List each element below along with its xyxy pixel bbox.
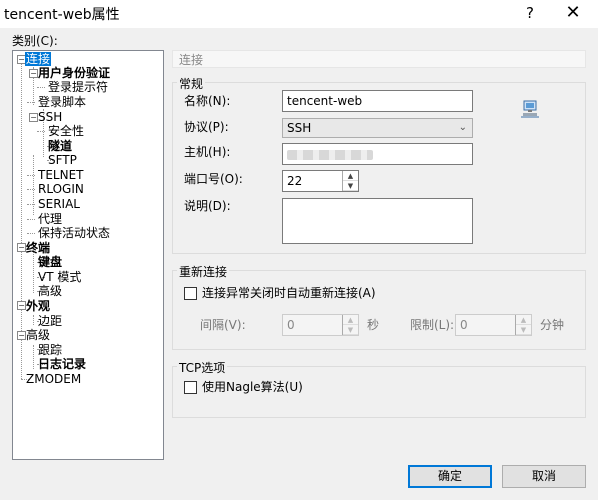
tree-item-zmodem[interactable]: ZMODEM [25, 372, 82, 386]
protocol-label: 协议(P): [184, 120, 229, 134]
spin-up-icon[interactable]: ▲ [516, 315, 531, 325]
name-field[interactable]: tencent-web [282, 90, 473, 112]
reconnect-group: 重新连接 [172, 263, 586, 350]
spin-up-icon[interactable]: ▲ [343, 171, 358, 181]
protocol-select[interactable]: SSH ⌄ [282, 118, 473, 138]
port-value: 22 [287, 174, 303, 188]
tree-item-terminal-advanced[interactable]: 高级 [37, 284, 63, 298]
tree-item-ssh[interactable]: SSH [37, 110, 63, 124]
interval-unit: 秒 [367, 318, 380, 332]
limit-spin-buttons[interactable]: ▲ ▼ [515, 315, 531, 335]
ok-button[interactable]: 确定 [408, 465, 492, 488]
cancel-button[interactable]: 取消 [502, 465, 586, 488]
redacted-host [287, 150, 373, 160]
tree-item-rlogin[interactable]: RLOGIN [37, 182, 85, 196]
name-label: 名称(N): [184, 94, 231, 108]
interval-stepper[interactable]: 0 ▲ ▼ [282, 314, 359, 336]
port-spin-buttons[interactable]: ▲ ▼ [342, 171, 358, 191]
limit-unit: 分钟 [540, 318, 565, 332]
description-label: 说明(D): [184, 199, 231, 213]
tree-item-sftp[interactable]: SFTP [47, 153, 78, 167]
tree-item-logging[interactable]: 日志记录 [37, 357, 87, 371]
window-title: tencent-web属性 [4, 7, 120, 23]
tree-item-proxy[interactable]: 代理 [37, 212, 63, 226]
panel-header: 连接 [172, 50, 586, 68]
limit-label: 限制(L): [410, 318, 455, 332]
tree-item-tunnel[interactable]: 隧道 [47, 139, 73, 153]
spin-down-icon[interactable]: ▼ [516, 325, 531, 335]
host-field[interactable] [282, 143, 473, 165]
spin-down-icon[interactable]: ▼ [343, 325, 358, 335]
description-field[interactable] [282, 198, 473, 244]
interval-spin-buttons[interactable]: ▲ ▼ [342, 315, 358, 335]
tcp-group-title: TCP选项 [177, 359, 228, 376]
help-button[interactable]: ? [520, 2, 540, 24]
title-bar: tencent-web属性 ? ✕ [0, 0, 598, 28]
category-tree[interactable]: − − − − − − 连接 用户身份验证 登录提示符 登录脚本 SSH 安全性… [12, 50, 164, 460]
tree-item-appearance[interactable]: 外观 [25, 299, 51, 313]
tree-item-security[interactable]: 安全性 [47, 124, 85, 138]
auto-reconnect-label[interactable]: 连接异常关闭时自动重新连接(A) [202, 285, 376, 301]
category-label: 类别(C): [12, 34, 58, 48]
tree-item-keepalive[interactable]: 保持活动状态 [37, 226, 111, 240]
chevron-down-icon: ⌄ [458, 122, 467, 133]
tree-item-serial[interactable]: SERIAL [37, 197, 81, 211]
limit-stepper[interactable]: 0 ▲ ▼ [455, 314, 532, 336]
close-button[interactable]: ✕ [562, 2, 584, 24]
host-label: 主机(H): [184, 145, 231, 159]
tree-item-connection[interactable]: 连接 [25, 52, 52, 66]
tree-item-terminal[interactable]: 终端 [25, 241, 51, 255]
reconnect-group-title: 重新连接 [177, 263, 230, 280]
auto-reconnect-checkbox[interactable] [184, 287, 197, 300]
protocol-value: SSH [287, 121, 312, 135]
nagle-label[interactable]: 使用Nagle算法(U) [202, 379, 303, 395]
interval-value: 0 [287, 318, 295, 332]
spin-up-icon[interactable]: ▲ [343, 315, 358, 325]
network-computer-icon [521, 100, 539, 118]
tree-item-user-auth[interactable]: 用户身份验证 [37, 66, 111, 80]
port-stepper[interactable]: 22 ▲ ▼ [282, 170, 359, 192]
tree-item-vt-mode[interactable]: VT 模式 [37, 270, 82, 284]
interval-label: 间隔(V): [200, 318, 246, 332]
tree-item-keyboard[interactable]: 键盘 [37, 255, 63, 269]
dialog-body: 类别(C): − − − − − − 连接 用户身份验证 登录提示符 登录脚本 … [0, 28, 598, 500]
limit-value: 0 [460, 318, 468, 332]
spin-down-icon[interactable]: ▼ [343, 181, 358, 191]
tree-item-login-prompts[interactable]: 登录提示符 [47, 80, 109, 94]
tree-item-login-script[interactable]: 登录脚本 [37, 95, 87, 109]
nagle-checkbox[interactable] [184, 381, 197, 394]
port-label: 端口号(O): [184, 172, 243, 186]
tree-item-advanced[interactable]: 高级 [25, 328, 51, 342]
tree-item-trace[interactable]: 跟踪 [37, 343, 63, 357]
general-group-title: 常规 [177, 75, 206, 92]
tree-item-telnet[interactable]: TELNET [37, 168, 85, 182]
tree-item-margins[interactable]: 边距 [37, 314, 63, 328]
